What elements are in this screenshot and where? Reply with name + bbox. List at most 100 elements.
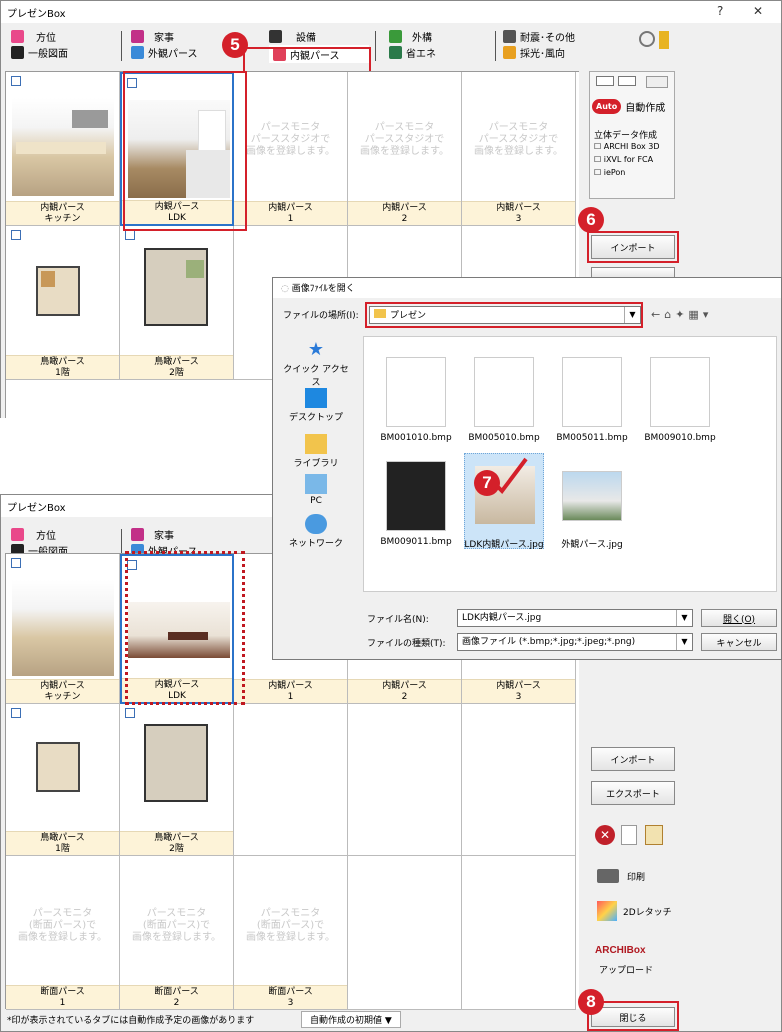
export-button[interactable]: エクスポート [591, 781, 675, 805]
zoom-icon[interactable] [639, 31, 655, 47]
settings-icon[interactable] [646, 76, 668, 88]
floorplan-2f-thumbnail [144, 724, 208, 802]
cell-caption: 鳥瞰パース 2階 [120, 355, 233, 379]
compass-icon [11, 29, 24, 43]
exterior-icon [389, 29, 402, 43]
view-menu-icon[interactable]: ▦▾ [688, 308, 712, 321]
nav-desktop[interactable]: デスクトップ [281, 388, 351, 423]
rittai-label: 立体データ作成 [594, 131, 658, 141]
uncheck-all-icon[interactable] [618, 76, 636, 86]
back-icon[interactable]: ← [651, 308, 664, 321]
house-icon [131, 45, 144, 59]
print-button[interactable]: 印刷 [597, 869, 645, 883]
file-name[interactable]: BM005011.bmp [547, 433, 637, 443]
auto-create-button[interactable]: Auto 自動作成 [592, 94, 672, 118]
step-marker-7: 7 [474, 470, 500, 496]
archi3d-checkbox[interactable]: ☐ ARCHI Box 3D [594, 142, 660, 151]
floorplan-1f-thumbnail [36, 266, 80, 316]
nav-library[interactable]: ライブラリ [281, 434, 351, 469]
open-button[interactable]: 開く(O) [701, 609, 777, 627]
check-all-icon[interactable] [596, 76, 614, 86]
pc-icon [305, 474, 327, 494]
desktop-icon [305, 388, 327, 408]
bmp-thumbnail[interactable] [386, 461, 446, 531]
file-name[interactable]: BM001010.bmp [371, 433, 461, 443]
bmp-thumbnail[interactable] [474, 357, 534, 427]
file-name[interactable]: LDK内観パース.jpg [459, 537, 549, 550]
image-cell-birdseye-2f[interactable]: 鳥瞰パース 2階 [120, 226, 234, 380]
tab-gaikan[interactable]: 外観パース [131, 43, 198, 61]
pencil-tool-icon[interactable] [659, 31, 669, 49]
bmp-thumbnail[interactable] [650, 357, 710, 427]
open-image-dialog: ◌ 画像ﾌｧｲﾙを開く ファイルの場所(I): プレゼン ▼ ←⌂✦▦▾ ★ クイ… [272, 277, 782, 660]
image-cell-kitchen[interactable]: 内観パース キッチン [6, 72, 120, 226]
nav-pc[interactable]: PC [281, 474, 351, 506]
checkbox[interactable] [11, 230, 21, 240]
location-label: ファイルの場所(I): [283, 311, 359, 321]
quake-icon [503, 29, 516, 43]
auto-create-group: Auto 自動作成 立体データ作成 ☐ ARCHI Box 3D ☐ iXVL f… [589, 71, 675, 199]
library-icon [305, 434, 327, 454]
dialog-toolbar[interactable]: ←⌂✦▦▾ [651, 308, 712, 321]
printer-icon [597, 869, 619, 883]
step-marker-5: 5 [222, 32, 248, 58]
import-button[interactable]: インポート [591, 747, 675, 771]
cell-caption: 鳥瞰パース 1階 [6, 355, 119, 379]
placeholder-text: パースモニタ パーススタジオで 画像を登録します。 [474, 122, 563, 157]
bmp-thumbnail[interactable] [562, 357, 622, 427]
new-folder-icon[interactable]: ✦ [675, 308, 688, 321]
filename-input[interactable]: LDK内観パース.jpg ▼ [457, 609, 693, 627]
image-cell-3[interactable]: パースモニタ パーススタジオで 画像を登録します。 内観パース 3 [462, 72, 576, 226]
file-name[interactable]: 外観パース.jpg [547, 537, 637, 550]
file-list: BM001010.bmp BM005010.bmp BM005011.bmp B… [363, 336, 777, 592]
cell-caption: 内観パース 2 [348, 201, 461, 225]
file-name[interactable]: BM009011.bmp [371, 537, 461, 547]
paste-icon[interactable] [645, 825, 663, 845]
dialog-icon: ◌ [281, 284, 292, 294]
filetype-select[interactable]: 画像ファイル (*.bmp;*.jpg;*.jpeg;*.png) ▼ [457, 633, 693, 651]
image-cell-kitchen[interactable]: 内観パース キッチン [6, 554, 120, 704]
equipment-icon [269, 29, 282, 43]
chevron-down-icon: ▼ [676, 634, 692, 650]
iepon-checkbox[interactable]: ☐ iePon [594, 168, 625, 177]
upload-button[interactable]: アップロード [599, 963, 653, 976]
pencil-icon [11, 45, 24, 59]
cell-caption: 内観パース 1 [234, 201, 347, 225]
help-button[interactable]: ? [717, 4, 723, 18]
tab-shouene[interactable]: 省エネ [389, 43, 436, 61]
cancel-button[interactable]: キャンセル [701, 633, 777, 651]
energy-icon [389, 45, 402, 59]
tab-setsubi[interactable]: 設備 [269, 27, 316, 45]
copy-icon[interactable] [621, 825, 637, 845]
auto-icon: Auto [592, 98, 622, 114]
nav-quick-access[interactable]: ★ クイック アクセス [281, 340, 351, 389]
status-note: *印が表示されているタブには自動作成予定の画像があります [7, 1016, 255, 1026]
up-folder-icon[interactable]: ⌂ [664, 308, 675, 321]
retouch-button[interactable]: 2Dレタッチ [597, 901, 672, 921]
ixvl-checkbox[interactable]: ☐ iXVL for FCA [594, 155, 653, 164]
cell-caption: 内観パース 3 [462, 201, 575, 225]
chores-icon [131, 29, 144, 43]
delete-icon[interactable]: ✕ [595, 825, 615, 845]
close-window-button[interactable]: ✕ [753, 4, 763, 18]
bmp-thumbnail[interactable] [386, 357, 446, 427]
placeholder-text: パースモニタ パーススタジオで 画像を登録します。 [360, 122, 449, 157]
tab-ippan[interactable]: 一般図面 [11, 43, 68, 61]
checkbox[interactable] [11, 76, 21, 86]
network-icon [305, 514, 327, 534]
step-marker-6: 6 [578, 207, 604, 233]
file-name[interactable]: BM005010.bmp [459, 433, 549, 443]
checkbox[interactable] [125, 230, 135, 240]
file-name[interactable]: BM009010.bmp [635, 433, 725, 443]
jpg-thumbnail[interactable] [562, 471, 622, 521]
step5-highlight [243, 47, 371, 73]
image-cell-birdseye-1f[interactable]: 鳥瞰パース 1階 [6, 226, 120, 380]
auto-init-dropdown[interactable]: 自動作成の初期値 ▼ [301, 1011, 401, 1028]
tab-saikou[interactable]: 採光･風向 [503, 43, 565, 61]
floorplan-1f-thumbnail [36, 742, 80, 792]
filename-label: ファイル名(N): [367, 615, 429, 625]
image-cell-2[interactable]: パースモニタ パーススタジオで 画像を登録します。 内観パース 2 [348, 72, 462, 226]
image-cell-1[interactable]: パースモニタ パーススタジオで 画像を登録します。 内観パース 1 [234, 72, 348, 226]
nav-network[interactable]: ネットワーク [281, 514, 351, 549]
dialog-title-bar: ◌ 画像ﾌｧｲﾙを開く [273, 278, 781, 298]
